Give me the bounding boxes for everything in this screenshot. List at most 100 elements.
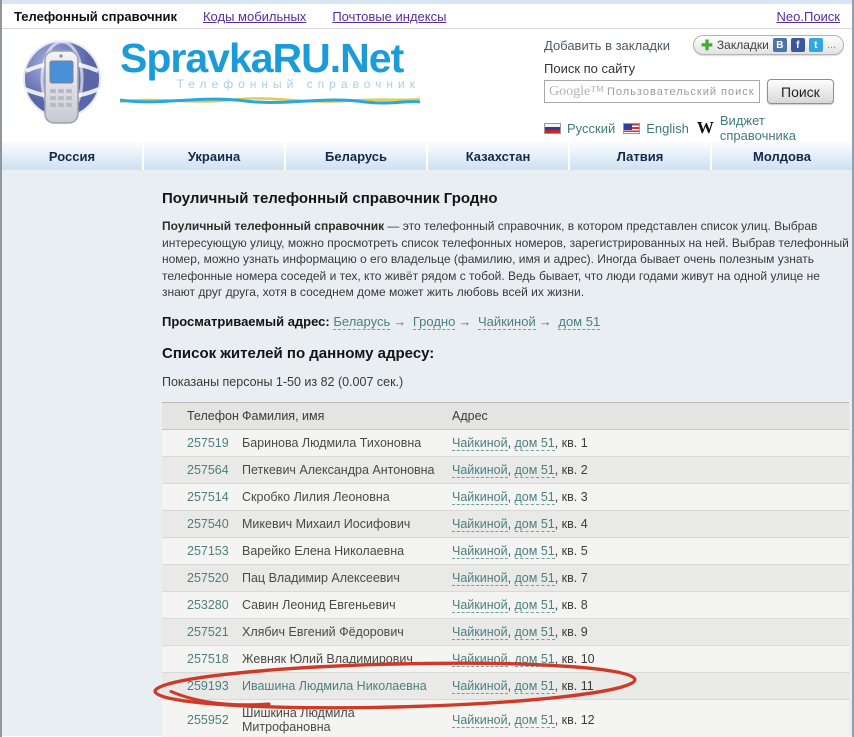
breadcrumb: Просматриваемый адрес: Беларусь→ Гродно→… [162,314,849,329]
street-link[interactable]: Чайкиной [452,679,508,694]
apartment-text: , кв. 7 [555,571,588,585]
breadcrumb-arrow: → [536,314,555,329]
breadcrumb-link-chaykinoy[interactable]: Чайкиной [478,314,536,330]
street-link[interactable]: Чайкиной [452,571,508,586]
list-title: Список жителей по данному адресу: [162,345,849,362]
apartment-text: , кв. 12 [555,713,595,727]
house-link[interactable]: дом 51 [515,544,555,559]
street-link[interactable]: Чайкиной [452,544,508,559]
table-row: 257519Баринова Людмила ТихоновнаЧайкиной… [162,429,849,456]
street-link[interactable]: Чайкиной [452,713,508,728]
resident-name: Петкевич Александра Антоновна [242,463,435,477]
nav-tab-russia[interactable]: Россия [2,142,144,170]
bookmarks-button-label: Закладки [717,38,769,52]
table-row: 257520Пац Владимир АлексеевичЧайкиной, д… [162,564,849,591]
phone-link[interactable]: 259193 [187,679,229,693]
apartment-text: , кв. 8 [555,598,588,612]
house-link[interactable]: дом 51 [515,679,555,694]
search-button[interactable]: Поиск [767,79,834,104]
topbar-title: Телефонный справочник [14,9,177,24]
main-content: Поуличный телефонный справочник Гродно П… [162,170,849,737]
twitter-icon[interactable]: t [809,38,823,52]
language-russian-label: Русский [567,121,615,136]
apartment-text: , кв. 1 [555,436,588,450]
apartment-text: , кв. 3 [555,490,588,504]
us-flag-icon [623,123,640,134]
phone-link[interactable]: 257514 [187,490,229,504]
apartment-text: , кв. 5 [555,544,588,558]
house-link[interactable]: дом 51 [515,463,555,478]
house-link[interactable]: дом 51 [515,598,555,613]
table-row: 257153Варейко Елена НиколаевнаЧайкиной, … [162,537,849,564]
house-link[interactable]: дом 51 [515,571,555,586]
resident-name: Пац Владимир Алексеевич [242,571,400,585]
neo-search-link[interactable]: Neo.Поиск [777,9,840,24]
country-nav: Россия Украина Беларусь Казахстан Латвия… [2,142,852,170]
street-link[interactable]: Чайкиной [452,436,508,451]
house-link[interactable]: дом 51 [515,652,555,667]
language-english[interactable]: English [623,121,689,136]
nav-tab-ukraine[interactable]: Украина [144,142,286,170]
house-link[interactable]: дом 51 [515,436,555,451]
more-dots[interactable]: ... [827,39,836,51]
logo-text-block: SpravkaRU.Net Телефонный справочник [120,37,420,129]
content-area: Поуличный телефонный справочник Гродно П… [2,170,852,736]
phone-link[interactable]: 257540 [187,517,229,531]
apartment-text: , кв. 9 [555,625,588,639]
table-row: 257521Хлябич Евгений ФёдоровичЧайкиной, … [162,618,849,645]
vk-icon[interactable]: В [773,38,787,52]
widget-link-label: Виджет справочника [720,113,844,143]
street-link[interactable]: Чайкиной [452,625,508,640]
site-search-input[interactable] [544,80,760,103]
street-link[interactable]: Чайкиной [452,490,508,505]
street-link[interactable]: Чайкиной [452,598,508,613]
nav-tab-belarus[interactable]: Беларусь [286,142,428,170]
nav-tab-moldova[interactable]: Молдова [712,142,852,170]
house-link[interactable]: дом 51 [515,625,555,640]
phone-link[interactable]: 255952 [187,713,229,727]
nav-tab-kazakhstan[interactable]: Казахстан [428,142,570,170]
topbar: Телефонный справочник Коды мобильных Поч… [2,4,852,29]
facebook-icon[interactable]: f [791,38,805,52]
street-link[interactable]: Чайкиной [452,652,508,667]
phone-link[interactable]: 257153 [187,544,229,558]
house-link[interactable]: дом 51 [515,517,555,532]
logo-wave-decoration [120,93,420,107]
breadcrumb-link-dom51[interactable]: дом 51 [558,314,600,330]
street-link[interactable]: Чайкиной [452,517,508,532]
street-link[interactable]: Чайкиной [452,463,508,478]
breadcrumb-link-belarus[interactable]: Беларусь [333,314,390,330]
resident-name: Микевич Михаил Иосифович [242,517,410,531]
topbar-link-mobile-codes[interactable]: Коды мобильных [203,9,306,24]
plus-icon: ✚ [701,39,713,51]
resident-name: Ивашина Людмила Николаевна [242,679,427,693]
resident-name: Скробко Лилия Леоновна [242,490,390,504]
page-title: Поуличный телефонный справочник Гродно [162,190,849,207]
site-logo[interactable]: SpravkaRU.Net Телефонный справочник [12,37,420,129]
bookmarks-button[interactable]: ✚ Закладки В f t ... [693,35,844,55]
phone-link[interactable]: 257520 [187,571,229,585]
phone-link[interactable]: 257518 [187,652,229,666]
table-row: 255952Шишкина ЛюдмилаМитрофановнаЧайкино… [162,699,849,737]
topbar-link-postal-codes[interactable]: Почтовые индексы [332,9,446,24]
table-header-phone: Телефон [162,402,242,429]
table-row: 257540 Микевич Михаил Иосифович Чайкиной , … [162,510,849,537]
phone-link[interactable]: 253280 [187,598,229,612]
house-link[interactable]: дом 51 [515,713,555,728]
google-search-wrap: Google™ [544,80,760,103]
table-header-name: Фамилия, имя [242,402,452,429]
house-link[interactable]: дом 51 [515,490,555,505]
apartment-text: , кв. 4 [555,517,588,531]
phone-link[interactable]: 257564 [187,463,229,477]
phone-link[interactable]: 257519 [187,436,229,450]
language-russian[interactable]: Русский [544,121,615,136]
phone-link[interactable]: 257521 [187,625,229,639]
header: SpravkaRU.Net Телефонный справочник Доба… [2,29,852,133]
table-header-row: Телефон Фамилия, имя Адрес [162,402,849,429]
table-row: 259193 Ивашина Людмила Николаевна Чайкиной… [162,672,849,699]
widget-link[interactable]: W Виджет справочника [697,113,844,143]
resident-name: Савин Леонид Евгеньевич [242,598,396,612]
breadcrumb-link-grodno[interactable]: Гродно [413,314,455,330]
russia-flag-icon [544,123,561,134]
nav-tab-latvia[interactable]: Латвия [570,142,712,170]
